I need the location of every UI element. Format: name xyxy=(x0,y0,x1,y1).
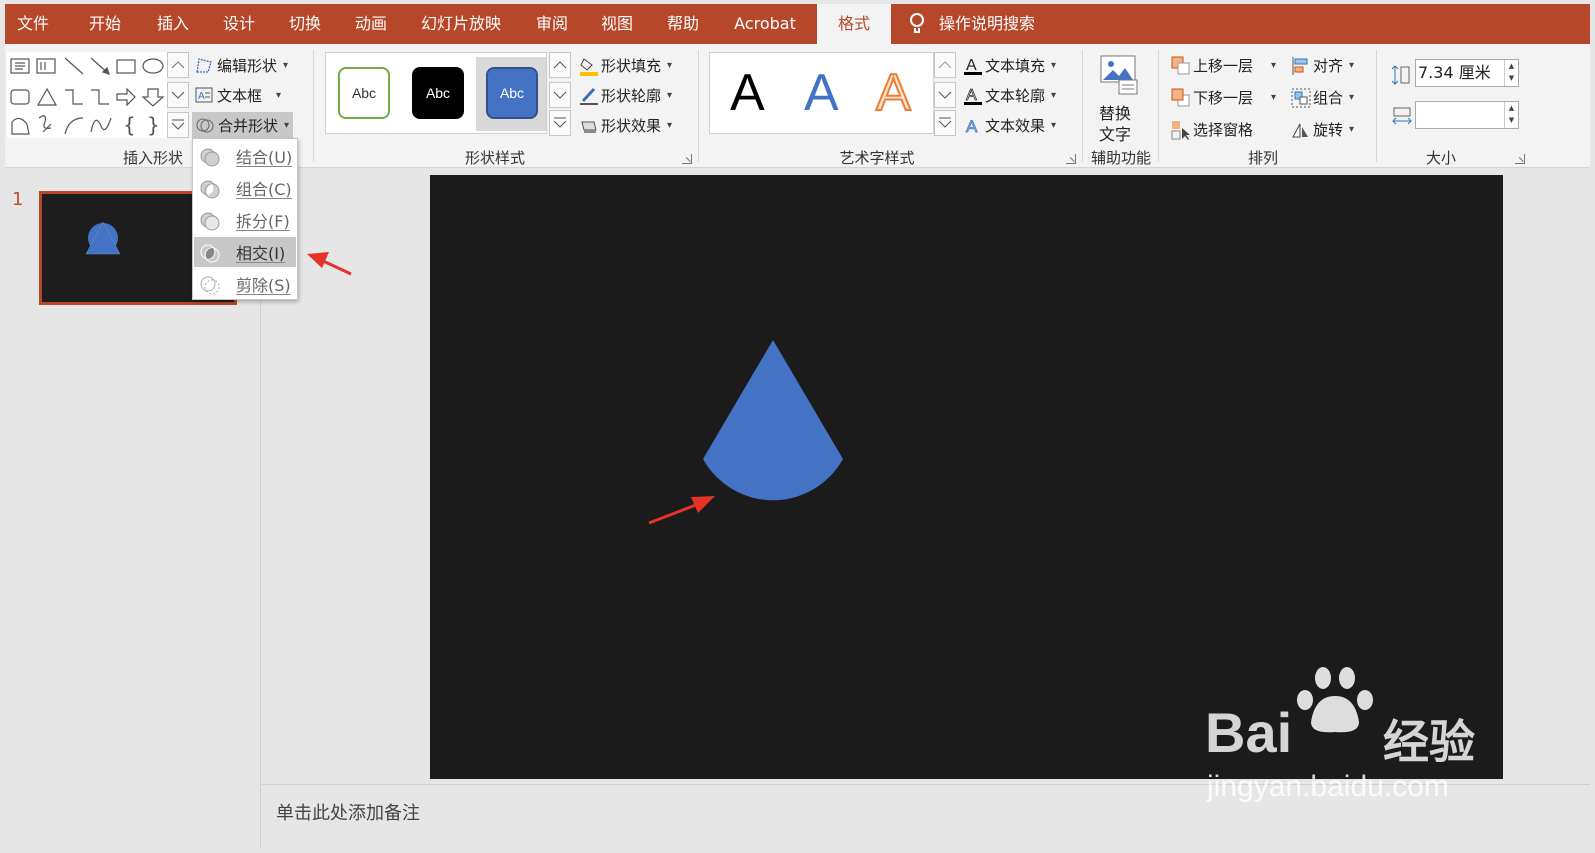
red-arrow-icon xyxy=(648,496,715,525)
combine-icon xyxy=(200,179,220,199)
menu-item-fragment[interactable]: 拆分(F) xyxy=(194,205,296,235)
menu-item-union[interactable]: 结合(U) xyxy=(194,141,296,171)
watermark-brand-cn: 经验 xyxy=(1383,715,1475,769)
red-arrow-icon xyxy=(307,252,352,276)
merge-shapes-menu: 结合(U) 组合(C) 拆分(F) 相交(I) 剪除(S) xyxy=(192,138,298,300)
watermark-url: jingyan.baidu.com xyxy=(1207,770,1449,803)
union-icon xyxy=(200,147,220,167)
notes-placeholder: 单击此处添加备注 xyxy=(276,803,420,824)
fragment-icon xyxy=(200,211,220,231)
watermark-brand: Bai xyxy=(1205,701,1293,764)
paw-logo-icon xyxy=(1297,667,1373,733)
subtract-icon xyxy=(200,275,220,295)
menu-item-subtract[interactable]: 剪除(S) xyxy=(194,269,296,299)
powerpoint-window: 文件 开始 插入 设计 切换 动画 幻灯片放映 审阅 视图 帮助 Acrobat… xyxy=(5,4,1590,849)
intersect-icon xyxy=(200,243,220,263)
menu-item-combine[interactable]: 组合(C) xyxy=(194,173,296,203)
menu-item-intersect[interactable]: 相交(I) xyxy=(194,237,296,267)
baidu-watermark: Bai 经验 jingyan.baidu.com xyxy=(1205,666,1505,816)
